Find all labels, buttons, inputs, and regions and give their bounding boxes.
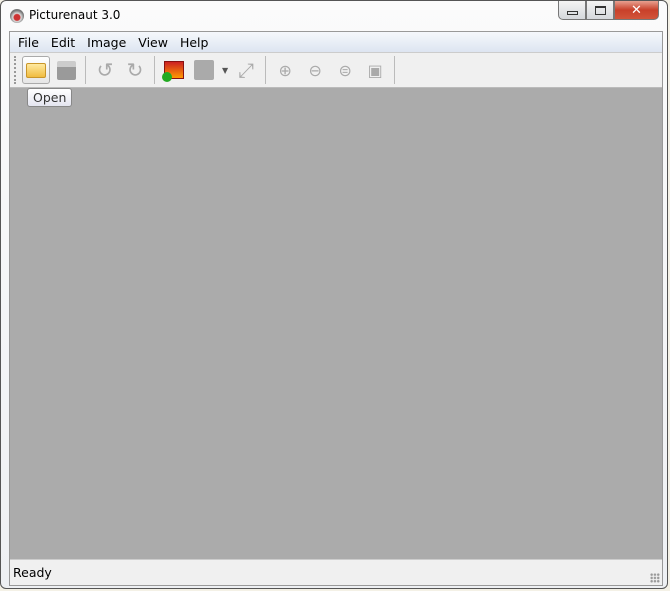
menu-file[interactable]: File [12, 35, 45, 50]
zoom-actual-icon: ⊜ [338, 60, 352, 80]
undo-icon: ↺ [96, 58, 114, 82]
separator [85, 56, 86, 84]
folder-icon [26, 62, 46, 78]
maximize-button[interactable] [586, 1, 614, 20]
menu-view[interactable]: View [132, 35, 174, 50]
menu-bar: File Edit Image View Help [10, 32, 662, 52]
redo-button[interactable]: ↻ [121, 56, 149, 84]
adjust-dropdown-arrow[interactable]: ▼ [222, 66, 228, 75]
redo-icon: ↻ [126, 58, 144, 82]
minimize-icon [566, 11, 578, 15]
zoom-out-icon: ⊖ [308, 60, 322, 80]
export-icon: ⤢ [238, 58, 255, 82]
status-bar: Ready [10, 559, 662, 585]
app-icon [10, 9, 24, 23]
export-button[interactable]: ⤢ [232, 56, 260, 84]
separator [265, 56, 267, 84]
floppy-icon [56, 60, 76, 80]
image-canvas[interactable]: Open [10, 88, 662, 559]
zoom-in-icon: ⊕ [278, 60, 292, 80]
maximize-icon [594, 5, 606, 15]
adjust-button[interactable] [190, 56, 218, 84]
open-button[interactable] [22, 56, 50, 84]
undo-button[interactable]: ↺ [91, 56, 119, 84]
save-button[interactable] [52, 56, 80, 84]
tooltip: Open [27, 88, 73, 107]
add-images-icon [162, 61, 184, 82]
window-title: Picturenaut 3.0 [29, 8, 121, 22]
menu-edit[interactable]: Edit [45, 35, 81, 50]
add-images-button[interactable] [160, 56, 188, 84]
zoom-fit-button[interactable]: ▣ [361, 56, 389, 84]
toolbar-grip[interactable] [14, 56, 17, 84]
separator [394, 56, 396, 84]
app-window: Picturenaut 3.0 ✕ File Edit Image View H… [0, 0, 668, 589]
zoom-actual-button[interactable]: ⊜ [331, 56, 359, 84]
close-icon: ✕ [631, 2, 642, 18]
menu-help[interactable]: Help [174, 35, 215, 50]
resize-grip[interactable] [650, 573, 660, 583]
status-text: Ready [13, 565, 52, 580]
minimize-button[interactable] [558, 1, 586, 20]
zoom-in-button[interactable]: ⊕ [271, 56, 299, 84]
menu-image[interactable]: Image [81, 35, 132, 50]
separator [154, 56, 155, 84]
zoom-fit-icon: ▣ [367, 60, 383, 80]
zoom-out-button[interactable]: ⊖ [301, 56, 329, 84]
sliders-icon [194, 60, 214, 80]
toolbar: ↺ ↻ ▼ ⤢ ⊕ ⊖ ⊜ ▣ [10, 52, 662, 88]
close-button[interactable]: ✕ [614, 1, 659, 20]
